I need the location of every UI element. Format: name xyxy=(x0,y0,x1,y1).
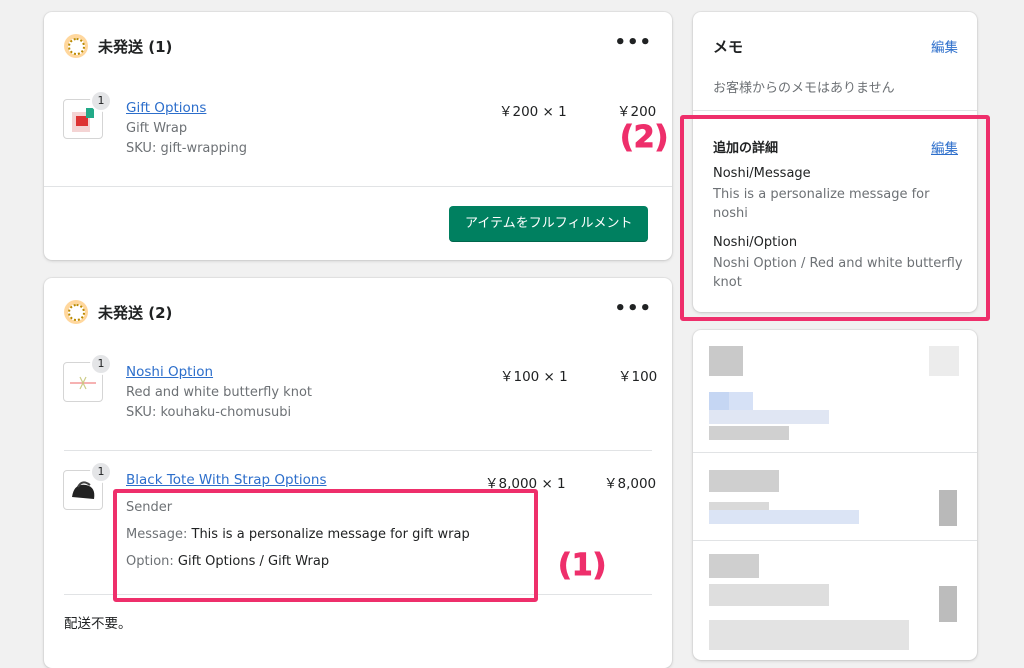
pixelated-block xyxy=(939,586,957,622)
divider xyxy=(693,110,977,111)
pixelated-block xyxy=(729,392,753,410)
pixelated-block xyxy=(709,346,743,376)
shipping-note: 配送不要。 xyxy=(64,616,132,632)
divider xyxy=(693,540,977,541)
highlight-box-1 xyxy=(113,489,538,602)
sku-text: SKU: kouhaku-chomusubi xyxy=(126,405,292,420)
divider xyxy=(693,452,977,453)
product-thumbnail: 1 xyxy=(63,353,112,402)
unfulfilled-card-1: 未発送 (1) ••• 1 Gift Options Gift Wrap SKU… xyxy=(44,12,672,260)
product-link[interactable]: Gift Options xyxy=(126,100,247,116)
quantity-badge: 1 xyxy=(90,90,112,112)
more-actions-button[interactable]: ••• xyxy=(614,298,652,319)
memo-title: メモ xyxy=(713,38,744,56)
unit-price: ￥100 × 1 xyxy=(500,369,568,385)
product-thumbnail: 1 xyxy=(63,461,112,510)
quantity-badge: 1 xyxy=(90,353,112,375)
more-actions-button[interactable]: ••• xyxy=(614,32,652,53)
card-title: 未発送 (1) xyxy=(98,37,173,56)
product-link[interactable]: Noshi Option xyxy=(126,364,312,380)
card-header: 未発送 (1) xyxy=(64,34,172,58)
card-title: 未発送 (2) xyxy=(98,303,173,322)
unfulfilled-card-2: 未発送 (2) ••• 1 Noshi Option Red and white… xyxy=(44,278,672,668)
divider xyxy=(64,450,652,451)
quantity-badge: 1 xyxy=(90,461,112,483)
divider xyxy=(44,186,672,187)
pixelated-block xyxy=(709,510,859,524)
product-link[interactable]: Black Tote With Strap Options xyxy=(126,472,327,488)
pixelated-block xyxy=(929,346,959,376)
callout-label-2: (2) xyxy=(619,120,669,156)
sku-text: SKU: gift-wrapping xyxy=(126,141,248,156)
callout-label-1: (1) xyxy=(557,548,607,584)
pixelated-block xyxy=(709,392,729,410)
unfulfilled-status-icon xyxy=(64,34,88,58)
variant-text: Gift Wrap xyxy=(126,121,188,136)
line-total: ￥200 xyxy=(617,104,657,120)
card-header: 未発送 (2) xyxy=(64,300,172,324)
pixelated-block xyxy=(939,490,957,526)
unit-price: ￥200 × 1 xyxy=(499,104,567,120)
variant-text: Red and white butterfly knot xyxy=(126,385,312,400)
memo-empty-text: お客様からのメモはありません xyxy=(713,81,895,96)
pixelated-block xyxy=(709,584,829,606)
pixelated-block xyxy=(709,620,909,650)
pixelated-block xyxy=(709,426,789,440)
fulfill-items-button[interactable]: アイテムをフルフィルメント xyxy=(449,206,649,242)
line-total: ￥100 xyxy=(618,369,658,385)
line-total: ￥8,000 xyxy=(604,476,657,492)
unfulfilled-status-icon xyxy=(64,300,88,324)
memo-edit-link[interactable]: 編集 xyxy=(931,36,958,56)
highlight-box-2 xyxy=(680,115,990,321)
pixelated-block xyxy=(709,470,779,492)
pixelated-block xyxy=(709,410,829,424)
product-thumbnail: 1 xyxy=(63,90,112,139)
pixelated-block xyxy=(709,554,759,578)
obscured-customer-card xyxy=(693,330,977,660)
